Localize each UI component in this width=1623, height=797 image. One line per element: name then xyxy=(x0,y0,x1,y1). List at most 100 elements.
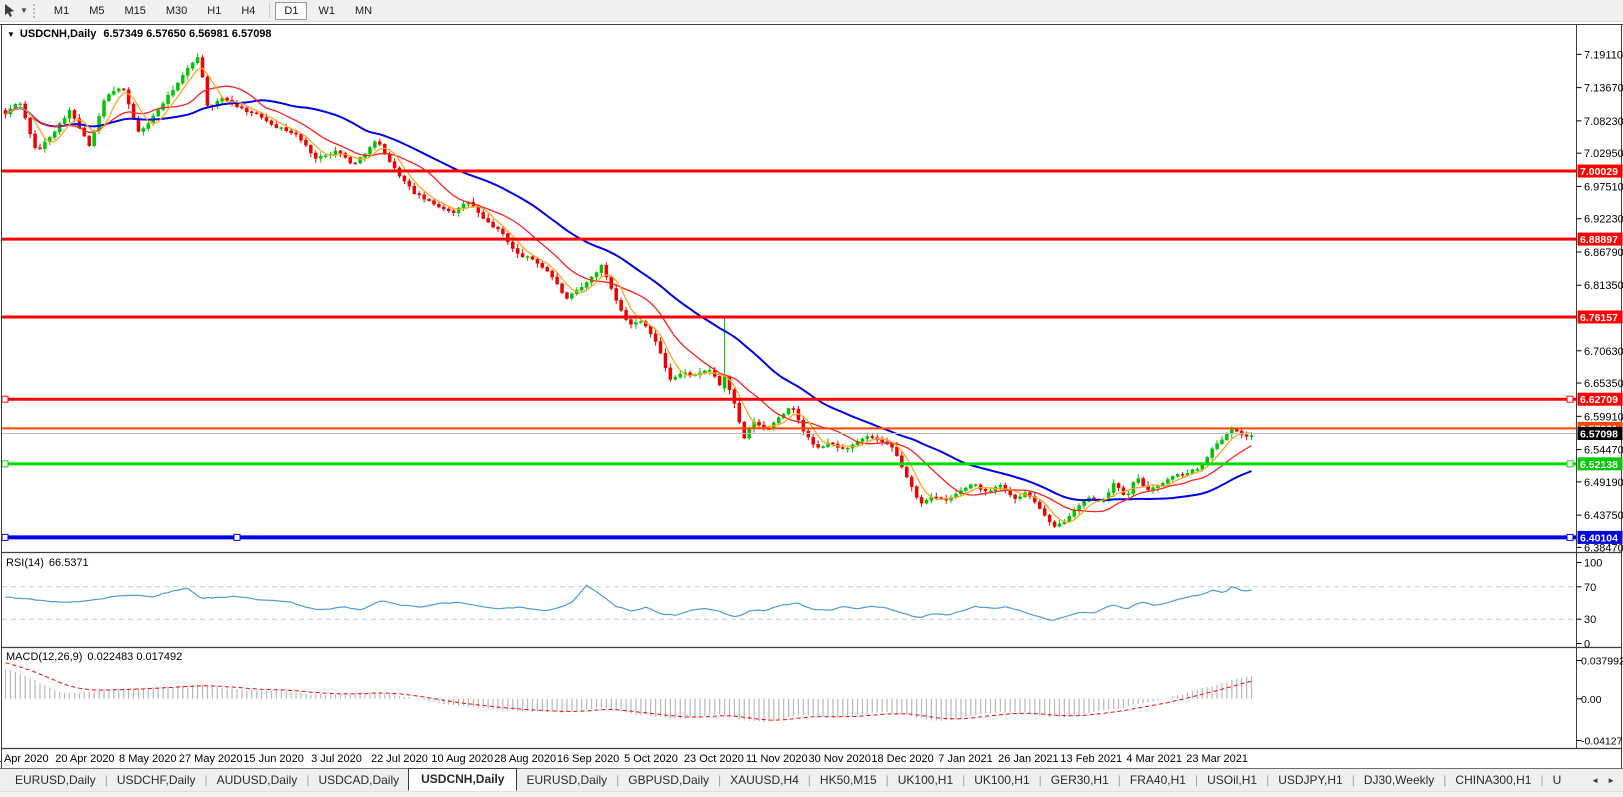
price-tick-label: 6.59910 xyxy=(1584,411,1623,423)
price-tick-label: 6.81350 xyxy=(1584,280,1623,292)
chart-header: ▼ USDCNH,Daily 6.57349 6.57650 6.56981 6.5… xyxy=(7,28,272,40)
rsi-tick-label: 30 xyxy=(1584,614,1596,626)
tab-ger30-h1[interactable]: GER30,H1 xyxy=(1042,770,1118,791)
ma-fast-line xyxy=(6,68,1252,522)
chart-ohlc-values: 6.57349 6.57650 6.56981 6.57098 xyxy=(103,28,271,40)
chart-symbol-title: USDCNH,Daily xyxy=(20,28,96,40)
date-label: 23 Mar 2021 xyxy=(1186,753,1248,765)
line-handle[interactable] xyxy=(1567,396,1573,402)
date-axis: 1 Apr 2020 20 Apr 2020 8 May 202027 May 20… xyxy=(0,753,1248,765)
date-label: 28 Aug 2020 xyxy=(494,753,556,765)
tab-china300-h1[interactable]: CHINA300,H1 xyxy=(1446,770,1540,791)
price-tick-label: 6.54470 xyxy=(1584,445,1623,457)
rsi-indicator-label: RSI(14) 66.5371 xyxy=(6,557,89,569)
tab-scroll-right-icon[interactable]: ► xyxy=(1603,776,1619,785)
price-axis: 7.19110 7.13670 7.08230 7.02950 6.97510 6.922… xyxy=(1577,49,1623,554)
tab-usdjpy-h1[interactable]: USDJPY,H1 xyxy=(1269,770,1351,791)
date-label: 26 Jan 2021 xyxy=(998,753,1059,765)
price-label-text: 7.00029 xyxy=(1580,166,1618,178)
tab-eurusd-daily[interactable]: EURUSD,Daily xyxy=(517,770,616,791)
line-handle[interactable] xyxy=(234,534,240,540)
date-label: 30 Nov 2020 xyxy=(809,753,871,765)
tab-audusd-daily[interactable]: AUDUSD,Daily xyxy=(208,770,307,791)
price-tick-label: 7.19110 xyxy=(1584,49,1623,61)
tab-usdcad-daily[interactable]: USDCAD,Daily xyxy=(309,770,408,791)
tab-xauusd-h4[interactable]: XAUUSD,H4 xyxy=(721,770,808,791)
tab-fra40-h1[interactable]: FRA40,H1 xyxy=(1121,770,1195,791)
macd-tick-label: 0.037992 xyxy=(1581,655,1623,667)
date-label: 5 Oct 2020 xyxy=(624,753,678,765)
date-label: 23 Oct 2020 xyxy=(684,753,744,765)
line-handle[interactable] xyxy=(1567,461,1573,467)
rsi-name: RSI(14) xyxy=(6,557,44,569)
price-label-text: 6.76157 xyxy=(1580,312,1618,324)
price-tick-label: 6.92230 xyxy=(1584,214,1623,226)
date-label: 22 Jul 2020 xyxy=(371,753,428,765)
tab-uk100-h1[interactable]: UK100,H1 xyxy=(889,770,962,791)
price-tick-label: 7.13670 xyxy=(1584,83,1623,95)
date-label: 7 Jan 2021 xyxy=(938,753,992,765)
macd-tick-label: -0.041276 xyxy=(1581,735,1623,747)
tab-u[interactable]: U xyxy=(1544,770,1571,791)
tab-usdchf-daily[interactable]: USDCHF,Daily xyxy=(108,770,205,791)
date-label: 13 Feb 2021 xyxy=(1060,753,1122,765)
macd-tick-label: 0.00 xyxy=(1581,694,1602,706)
tab-dj30-weekly[interactable]: DJ30,Weekly xyxy=(1355,770,1443,791)
price-tick-label: 6.49190 xyxy=(1584,477,1623,489)
date-label: 8 May 2020 xyxy=(119,753,176,765)
tab-usdcnh-daily[interactable]: USDCNH,Daily xyxy=(408,768,517,791)
price-label-text: 6.57098 xyxy=(1580,429,1618,441)
price-label-text: 6.88897 xyxy=(1580,234,1618,246)
date-label: 1 Apr 2020 xyxy=(0,753,49,765)
tab-uk100-h1[interactable]: UK100,H1 xyxy=(965,770,1038,791)
date-label: 10 Aug 2020 xyxy=(431,753,493,765)
date-label: 20 Apr 2020 xyxy=(55,753,114,765)
tab-scroll-buttons: ◄ ► xyxy=(1587,776,1623,785)
macd-indicator-label: MACD(12,26,9) 0.022483 0.017492 xyxy=(6,651,182,663)
date-label: 18 Dec 2020 xyxy=(871,753,933,765)
ma-slow-line xyxy=(6,100,1252,500)
date-label: 27 May 2020 xyxy=(179,753,243,765)
rsi-tick-label: 0 xyxy=(1584,639,1590,651)
date-label: 3 Jul 2020 xyxy=(311,753,362,765)
moving-average-lines xyxy=(6,68,1252,522)
rsi-pane xyxy=(2,585,1576,620)
line-handle[interactable] xyxy=(2,534,8,540)
price-label-text: 6.62709 xyxy=(1580,394,1618,406)
chart-collapse-icon[interactable]: ▼ xyxy=(7,30,15,39)
tab-usoil-h1[interactable]: USOil,H1 xyxy=(1198,770,1266,791)
price-tick-label: 7.02950 xyxy=(1584,148,1623,160)
tab-scroll-left-icon[interactable]: ◄ xyxy=(1587,776,1603,785)
price-tick-label: 6.43750 xyxy=(1584,510,1623,522)
price-label-text: 6.52138 xyxy=(1580,459,1618,471)
macd-values: 0.022483 0.017492 xyxy=(87,651,182,663)
date-label: 4 Mar 2021 xyxy=(1126,753,1182,765)
price-tick-label: 6.70630 xyxy=(1584,346,1623,358)
line-handle[interactable] xyxy=(2,461,8,467)
tab-hk50-m15[interactable]: HK50,M15 xyxy=(811,770,886,791)
price-label-text: 6.40104 xyxy=(1580,532,1618,544)
tab-gbpusd-daily[interactable]: GBPUSD,Daily xyxy=(619,770,718,791)
macd-pane xyxy=(6,663,1252,722)
status-strip xyxy=(0,791,1623,797)
rsi-value: 66.5371 xyxy=(49,557,89,569)
price-tick-label: 7.08230 xyxy=(1584,116,1623,128)
rsi-line xyxy=(6,585,1252,620)
line-handle[interactable] xyxy=(2,396,8,402)
date-label: 16 Sep 2020 xyxy=(557,753,619,765)
chart-area[interactable]: 7.19110 7.13670 7.08230 7.02950 6.97510 6.922… xyxy=(0,0,1623,796)
date-label: 15 Jun 2020 xyxy=(243,753,304,765)
line-handle[interactable] xyxy=(1567,534,1573,540)
tab-eurusd-daily[interactable]: EURUSD,Daily xyxy=(6,770,105,791)
symbol-tab-bar: EURUSD,Daily|USDCHF,Daily|AUDUSD,Daily|U… xyxy=(0,768,1623,791)
price-tick-label: 6.97510 xyxy=(1584,181,1623,193)
horizontal-level-lines[interactable] xyxy=(2,171,1576,540)
ma-mid-line xyxy=(6,86,1252,511)
date-label: 11 Nov 2020 xyxy=(746,753,808,765)
price-tick-label: 6.86790 xyxy=(1584,247,1623,259)
macd-name: MACD(12,26,9) xyxy=(6,651,82,663)
symbol-tabs: EURUSD,Daily|USDCHF,Daily|AUDUSD,Daily|U… xyxy=(6,770,1570,791)
indicator-axes: 100 70 30 0 0.037992 0.00 -0.041276 xyxy=(1577,558,1623,748)
rsi-tick-label: 70 xyxy=(1584,582,1596,594)
rsi-tick-label: 100 xyxy=(1584,558,1602,570)
